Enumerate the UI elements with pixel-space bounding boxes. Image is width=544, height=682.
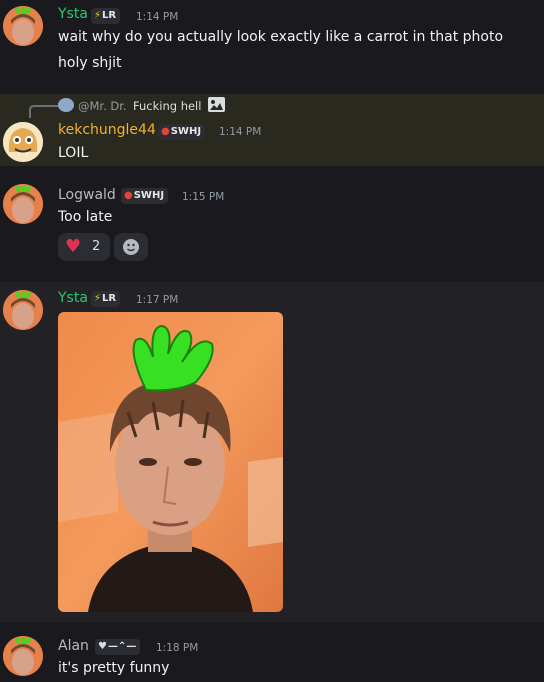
add-reaction-button[interactable] [114,233,148,261]
reaction-heart[interactable]: ♥ 2 [58,233,110,261]
avatar[interactable] [3,6,43,46]
message-ysta-2: Ysta ⚡LR 1:17 PM [0,282,544,622]
timestamp: 1:17 PM [136,294,179,306]
username[interactable]: Logwald [58,187,116,203]
message-kekchungle44: @Mr. Dr. Fucking hell kekchungle44 ●SWHJ… [0,94,544,166]
message-text: LOIL [58,145,89,161]
avatar[interactable] [3,184,43,224]
reply-text[interactable]: Fucking hell [133,99,201,113]
message-text: it's pretty funny [58,660,170,676]
lightning-icon: ⚡ [94,293,102,304]
message-logwald: Logwald ●SWHJ 1:15 PM Too late ♥ 2 [0,172,544,282]
server-tag[interactable]: ●SWHJ [121,188,169,204]
message-text: holy shjit [58,55,122,71]
add-reaction-icon [123,239,139,255]
server-tag[interactable]: ●SWHJ [158,124,206,140]
username[interactable]: kekchungle44 [58,122,156,138]
timestamp: 1:18 PM [156,642,199,654]
image-attachment[interactable] [58,312,283,612]
reply-spine [29,105,58,118]
username[interactable]: Ysta [58,6,88,22]
reply-author[interactable]: @Mr. Dr. [78,99,127,113]
lightning-icon: ⚡ [94,10,102,21]
timestamp: 1:15 PM [182,191,225,203]
message-alan: Alan ♥—⌃— 1:18 PM it's pretty funny [0,622,544,682]
server-tag[interactable]: ⚡LR [91,8,121,24]
reaction-count: 2 [92,239,101,254]
avatar[interactable] [3,122,43,162]
server-tag[interactable]: ♥—⌃— [95,639,141,655]
server-tag[interactable]: ⚡LR [91,291,121,307]
message-ysta-1: Ysta ⚡LR 1:14 PM wait why do you actuall… [0,0,544,88]
username[interactable]: Alan [58,638,89,654]
mushroom-icon: ● [161,126,170,137]
image-icon [208,97,225,112]
mushroom-icon: ● [124,190,133,201]
timestamp: 1:14 PM [219,126,262,138]
username[interactable]: Ysta [58,290,88,306]
message-text: Too late [58,209,113,225]
reply-avatar[interactable] [58,98,74,112]
avatar[interactable] [3,636,43,676]
heart-icon: ♥ [98,641,107,652]
message-text: wait why do you actually look exactly li… [58,29,504,45]
heart-icon: ♥ [65,236,82,257]
avatar[interactable] [3,290,43,330]
timestamp: 1:14 PM [136,11,179,23]
